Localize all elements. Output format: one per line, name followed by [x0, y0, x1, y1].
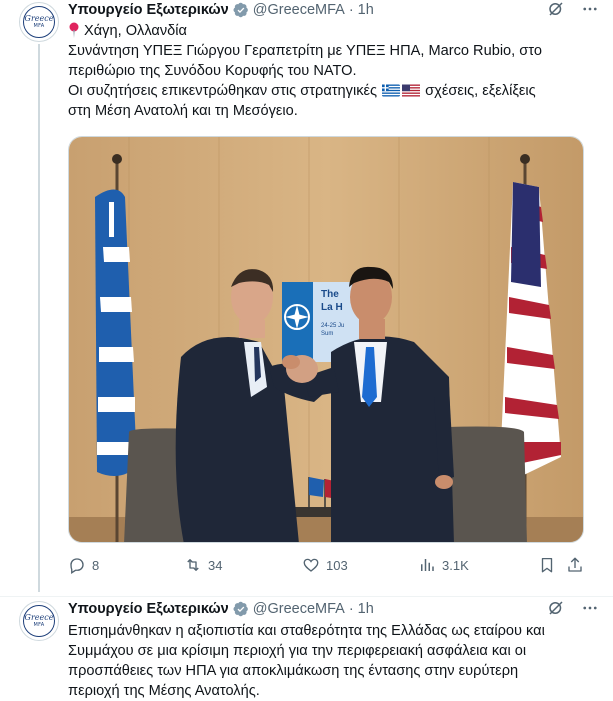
tweet-2[interactable]: Greece MFA Υπουργείο Εξωτερικών @GreeceM… [0, 596, 613, 701]
author-handle[interactable]: @GreeceMFA [253, 2, 345, 18]
verified-badge-icon[interactable] [233, 601, 249, 617]
banner-text: The [321, 289, 339, 300]
views-count: 3.1K [442, 557, 469, 573]
more-icon[interactable] [581, 599, 599, 617]
location-line: Χάγη, Ολλανδία [68, 21, 598, 41]
tweet-header: Υπουργείο Εξωτερικών @GreeceMFA · 1h [68, 0, 603, 20]
greek-flag-icon [382, 84, 401, 97]
body-line: Επισημάνθηκαν η αξιοπιστία και σταθερότη… [68, 623, 545, 639]
timestamp[interactable]: 1h [358, 2, 374, 18]
thread-line [38, 44, 40, 592]
body-line: Οι συζητήσεις επικεντρώθηκαν στις στρατη… [68, 83, 536, 99]
repost-icon [187, 559, 199, 571]
location-text: Χάγη, Ολλανδία [84, 23, 187, 39]
body-line: περιοχή της Μέσης Ανατολής. [68, 683, 260, 699]
separator: · [348, 601, 354, 617]
repost-button[interactable]: 34 [184, 556, 222, 574]
avatar[interactable]: Greece MFA [19, 2, 59, 42]
body-line: προσπάθειες των ΗΠΑ για αποκλιμάκωση της… [68, 663, 519, 679]
bookmark-icon [541, 557, 553, 573]
author-handle[interactable]: @GreeceMFA [253, 601, 345, 617]
tweet-photo[interactable]: The La H 24-25 Ju Sum [68, 136, 584, 543]
body-line: Συμμάχου σε μια κρίσιμη περιοχή για την … [68, 643, 527, 659]
reply-button[interactable]: 8 [68, 556, 99, 574]
grok-icon[interactable] [547, 599, 565, 617]
author-name[interactable]: Υπουργείο Εξωτερικών [68, 2, 229, 18]
tweet-1[interactable]: Greece MFA Υπουργείο Εξωτερικών @GreeceM… [0, 0, 613, 596]
reply-icon [70, 558, 84, 574]
tweet-header: Υπουργείο Εξωτερικών @GreeceMFA · 1h [68, 599, 603, 619]
like-icon [303, 558, 319, 572]
reply-count: 8 [92, 557, 100, 573]
us-flag-icon [402, 84, 421, 97]
action-bar: 8 34 103 3.1K [68, 556, 586, 576]
tweet-text: Επισημάνθηκαν η αξιοπιστία και σταθερότη… [68, 621, 598, 701]
repost-count: 34 [208, 557, 223, 573]
share-icon [568, 557, 582, 572]
share-button[interactable] [566, 556, 590, 574]
bookmark-button[interactable] [538, 556, 562, 574]
timestamp[interactable]: 1h [358, 601, 374, 617]
body-line: στη Μέση Ανατολή και τη Μεσόγειο. [68, 103, 298, 119]
banner-text: Sum [321, 331, 333, 337]
grok-icon[interactable] [547, 0, 565, 18]
body-line: περιθώριο της Συνόδου Κορυφής του ΝΑΤΟ. [68, 63, 357, 79]
body-line: Συνάντηση ΥΠΕΞ Γιώργου Γεραπετρίτη με ΥΠ… [68, 43, 542, 59]
separator: · [348, 2, 354, 18]
avatar[interactable]: Greece MFA [19, 601, 59, 641]
author-name[interactable]: Υπουργείο Εξωτερικών [68, 601, 229, 617]
like-button[interactable]: 103 [302, 556, 348, 574]
views-icon [421, 559, 434, 571]
views-button[interactable]: 3.1K [418, 556, 469, 574]
banner-text: La H [321, 302, 343, 313]
photo-scene: The La H 24-25 Ju Sum [69, 137, 583, 542]
like-count: 103 [326, 557, 348, 573]
pin-icon [69, 22, 79, 38]
verified-badge-icon[interactable] [233, 2, 249, 18]
tweet-text: Χάγη, Ολλανδία Συνάντηση ΥΠΕΞ Γιώργου Γε… [68, 21, 598, 121]
more-icon[interactable] [581, 0, 599, 18]
banner-text: 24-25 Ju [321, 323, 344, 329]
